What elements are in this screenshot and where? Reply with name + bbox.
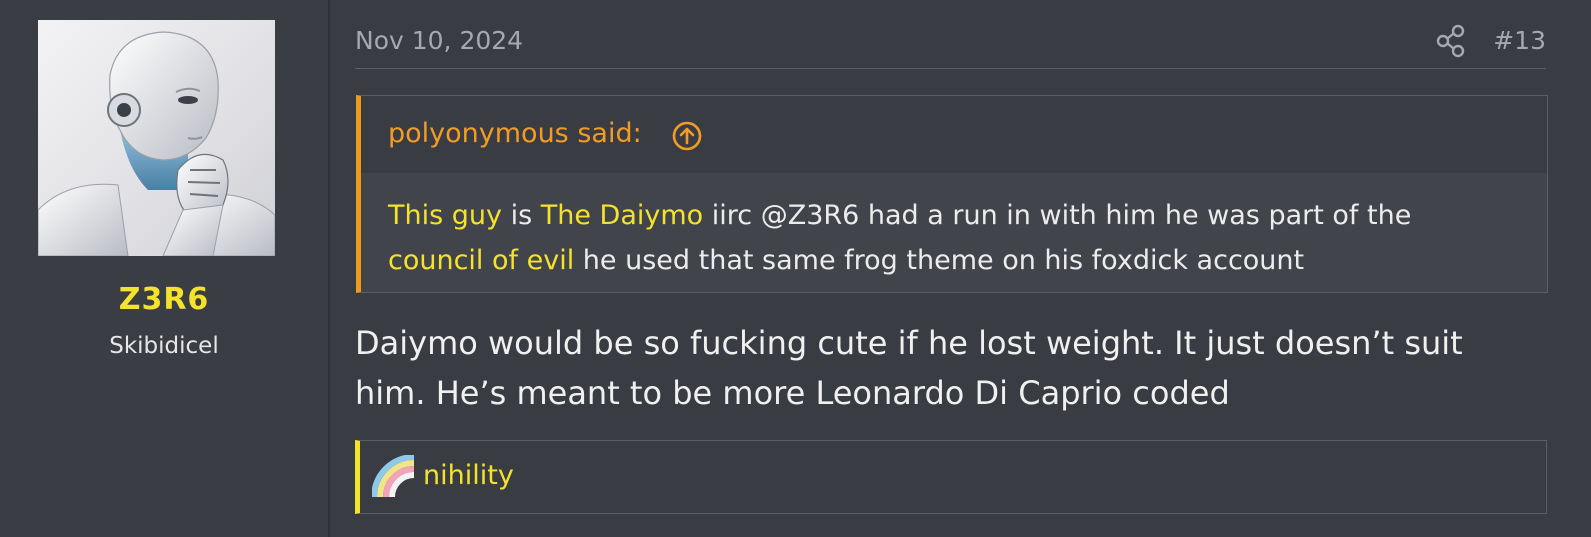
- post-date[interactable]: Nov 10, 2024: [355, 26, 523, 55]
- quote-author[interactable]: polyonymous said:: [388, 118, 642, 149]
- reaction-user-link[interactable]: nihility: [423, 460, 514, 491]
- avatar[interactable]: [38, 20, 275, 256]
- message-line: him. He’s meant to be more Leonardo Di C…: [355, 374, 1230, 412]
- robot-avatar-icon: [38, 31, 275, 256]
- quote-link-this-guy[interactable]: This guy: [388, 200, 502, 231]
- quote-link-council-of-evil[interactable]: council of evil: [388, 245, 574, 276]
- username[interactable]: Z3R6: [0, 282, 328, 317]
- quote-link-the-daiymo[interactable]: The Daiymo: [541, 200, 703, 231]
- rainbow-reaction-icon: [371, 454, 416, 499]
- message-line: Daiymo would be so fucking cute if he lo…: [355, 324, 1463, 362]
- quote-text: he used that same frog theme on his foxd…: [574, 245, 1305, 276]
- quote-block: polyonymous said: This guy is The Daiymo…: [356, 95, 1548, 293]
- arrow-up-circle-icon[interactable]: [671, 120, 703, 152]
- quote-body: This guy is The Daiymo iirc @Z3R6 had a …: [361, 173, 1547, 292]
- quote-header: polyonymous said:: [361, 96, 1547, 173]
- quote-text: iirc @Z3R6 had a run in with him he was …: [703, 200, 1412, 231]
- user-title: Skibidicel: [109, 333, 219, 359]
- post-number-link[interactable]: #13: [1493, 26, 1546, 55]
- reactions-bar: nihility: [355, 440, 1547, 514]
- quote-text: is: [502, 200, 541, 231]
- post-message: Daiymo would be so fucking cute if he lo…: [355, 318, 1555, 418]
- user-sidebar: Z3R6 Skibidicel: [0, 0, 330, 537]
- share-icon[interactable]: [1436, 24, 1466, 58]
- post-content: Nov 10, 2024 #13 polyonymous said: This: [330, 0, 1591, 537]
- post-header: Nov 10, 2024 #13: [355, 22, 1546, 69]
